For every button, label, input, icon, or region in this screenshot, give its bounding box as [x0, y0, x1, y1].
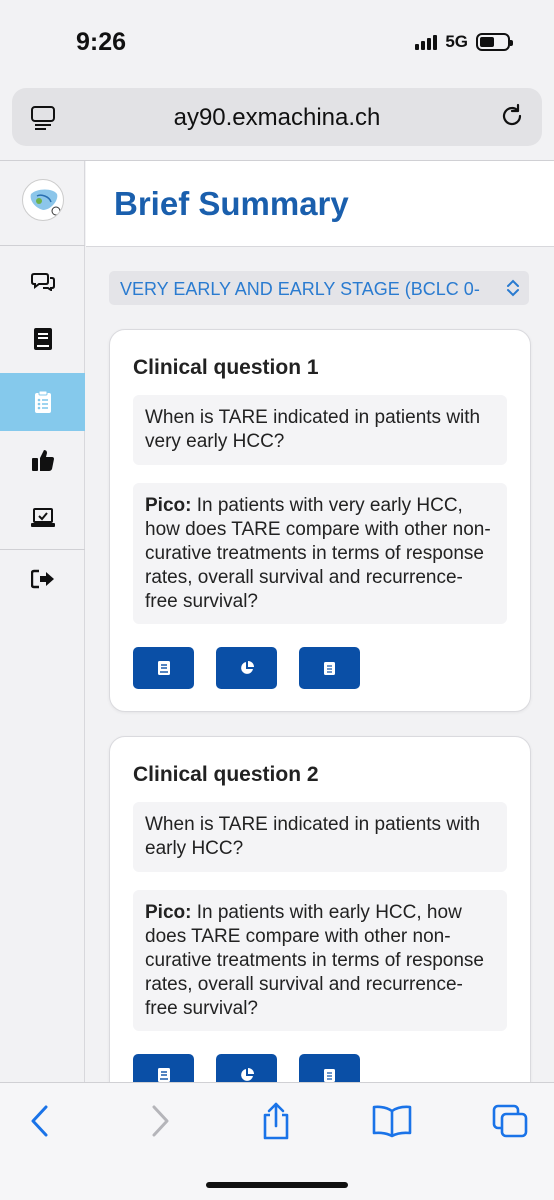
statistics-button[interactable]	[216, 647, 277, 689]
sidebar-item-logout[interactable]	[0, 550, 85, 608]
stage-select[interactable]: VERY EARLY AND EARLY STAGE (BCLC 0-	[109, 271, 529, 305]
reload-icon[interactable]	[498, 102, 526, 130]
app: Brief Summary VERY EARLY AND EARLY STAGE…	[0, 161, 554, 1082]
sidebar-item-book[interactable]	[0, 310, 85, 368]
tabs-icon	[492, 1104, 528, 1138]
thumbs-up-icon	[31, 450, 54, 471]
sidebar-item-recommendations[interactable]	[0, 431, 85, 489]
clipboard-list-icon	[324, 1069, 335, 1082]
sign-out-icon	[30, 569, 54, 589]
book-icon	[33, 328, 52, 350]
pico-label: Pico:	[145, 902, 192, 923]
stage-select-value: VERY EARLY AND EARLY STAGE (BCLC 0-	[120, 279, 480, 299]
page-header: Brief Summary	[86, 161, 554, 247]
question-card: Clinical question 1 When is TARE indicat…	[109, 329, 531, 712]
pico-box: Pico: In patients with early HCC, how do…	[133, 890, 507, 1031]
url-text[interactable]: ay90.exmachina.ch	[12, 104, 542, 132]
statistics-button[interactable]	[216, 1054, 277, 1082]
question-card: Clinical question 2 When is TARE indicat…	[109, 736, 531, 1082]
url-bar[interactable]: ay90.exmachina.ch	[12, 88, 542, 146]
pico-box: Pico: In patients with very early HCC, h…	[133, 483, 507, 624]
pico-text: In patients with very early HCC, how doe…	[145, 495, 491, 612]
chevron-updown-icon	[507, 279, 519, 297]
battery-icon	[476, 33, 513, 51]
clipboard-list-icon	[34, 390, 51, 413]
forward-button[interactable]	[138, 1099, 182, 1143]
status-bar: 9:26 5G	[0, 0, 554, 84]
signal-icon	[415, 34, 438, 50]
share-button[interactable]	[254, 1099, 298, 1143]
app-logo[interactable]	[22, 179, 64, 221]
evidence-button[interactable]	[133, 1054, 194, 1082]
laptop-check-icon	[30, 508, 55, 527]
question-title: Clinical question 1	[133, 356, 319, 379]
sidebar-divider	[0, 245, 85, 246]
bookmarks-button[interactable]	[370, 1099, 414, 1143]
network-label: 5G	[445, 32, 468, 51]
page-title: Brief Summary	[114, 185, 349, 222]
evidence-button[interactable]	[133, 647, 194, 689]
share-icon	[263, 1102, 289, 1140]
sidebar	[0, 161, 85, 1082]
book-icon	[157, 661, 170, 675]
question-text: When is TARE indicated in patients with …	[133, 395, 507, 465]
question-text: When is TARE indicated in patients with …	[133, 802, 507, 872]
pico-text: In patients with early HCC, how does TAR…	[145, 902, 484, 1019]
chat-bubbles-icon	[30, 273, 55, 291]
home-indicator	[206, 1182, 348, 1188]
book-icon	[157, 1068, 170, 1082]
clipboard-list-icon	[324, 662, 335, 675]
pie-chart-icon	[240, 661, 254, 674]
summary-button[interactable]	[299, 1054, 360, 1082]
pico-label: Pico:	[145, 495, 192, 516]
sidebar-item-chat[interactable]	[0, 252, 85, 310]
pie-chart-icon	[240, 1068, 254, 1081]
tabs-button[interactable]	[488, 1099, 532, 1143]
open-book-icon	[372, 1105, 412, 1138]
status-icons: 5G	[415, 32, 513, 52]
sidebar-item-summary[interactable]	[0, 373, 85, 431]
question-title: Clinical question 2	[133, 763, 319, 786]
status-time: 9:26	[76, 28, 127, 56]
sidebar-item-vote[interactable]	[0, 489, 85, 547]
summary-button[interactable]	[299, 647, 360, 689]
back-button[interactable]	[18, 1099, 62, 1143]
chevron-left-icon	[31, 1105, 48, 1137]
main-content: Brief Summary VERY EARLY AND EARLY STAGE…	[86, 161, 554, 1082]
chevron-right-icon	[152, 1105, 169, 1137]
